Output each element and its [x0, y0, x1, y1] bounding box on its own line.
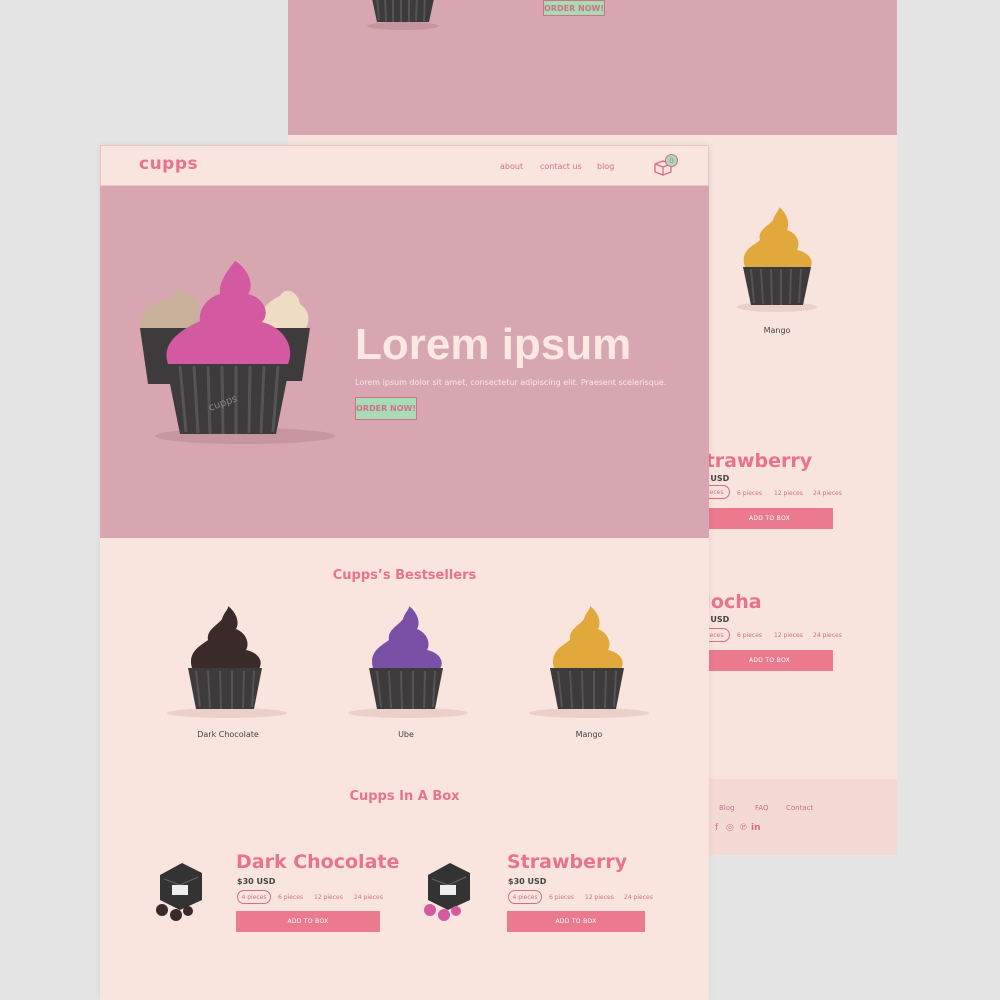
box-price: $30 USD	[508, 877, 547, 886]
mango-label: Mango	[763, 326, 791, 335]
box-title: Strawberry	[507, 851, 628, 873]
option-4-pieces[interactable]: 4 pieces	[508, 890, 542, 904]
add-to-box-button[interactable]: ADD TO BOX	[706, 650, 833, 671]
back-hero: ORDER NOW!	[288, 0, 897, 135]
cart-count-badge: 0	[665, 154, 678, 167]
nav-about[interactable]: about	[500, 162, 523, 171]
dark-chocolate-box-image	[156, 863, 202, 921]
hero-cupcakes-image: cupps	[140, 261, 335, 444]
bestseller-item[interactable]	[343, 605, 473, 724]
option-12-pieces[interactable]: 12 pieces	[314, 890, 343, 904]
strawberry-box-image	[424, 863, 470, 921]
dark-chocolate-cupcake-image	[167, 606, 287, 718]
bestseller-name: Dark Chocolate	[197, 730, 259, 739]
boxes-title: Cupps In A Box	[349, 789, 460, 804]
option-12-pieces[interactable]: 12 pieces	[585, 890, 614, 904]
hero-title: Lorem ipsum	[355, 320, 632, 369]
mango-cupcake-image	[737, 207, 817, 312]
logo[interactable]: cupps	[139, 154, 198, 174]
bestseller-item[interactable]	[162, 605, 292, 724]
footer-link-faq[interactable]: FAQ	[755, 804, 769, 812]
option-12-pieces[interactable]: 12 pieces	[774, 632, 803, 639]
footer-link-contact[interactable]: Contact	[786, 804, 813, 812]
nav-blog[interactable]: blog	[597, 162, 614, 171]
linkedin-icon[interactable]: in	[751, 823, 761, 833]
add-to-box-button[interactable]: ADD TO BOX	[236, 911, 380, 932]
instagram-icon[interactable]: ◎	[726, 823, 734, 833]
option-6-pieces[interactable]: 6 pieces	[278, 890, 303, 904]
box-title: Strawberry	[692, 450, 813, 472]
nav-contact-us[interactable]: contact us	[540, 162, 582, 171]
option-12-pieces[interactable]: 12 pieces	[774, 490, 803, 497]
bestseller-name: Mango	[575, 730, 603, 739]
hero-subtitle: Lorem ipsum dolor sit amet, consectetur …	[355, 378, 667, 387]
option-6-pieces[interactable]: 6 pieces	[737, 632, 762, 639]
bestsellers-title: Cupps’s Bestsellers	[332, 568, 477, 583]
footer-link-blog[interactable]: Blog	[719, 804, 734, 812]
option-24-pieces[interactable]: 24 pieces	[813, 490, 842, 497]
cupcake-image	[367, 0, 439, 30]
facebook-icon[interactable]: f	[715, 823, 718, 833]
bestseller-name: Ube	[398, 730, 414, 739]
order-now-button[interactable]: ORDER NOW!	[543, 0, 605, 16]
option-24-pieces[interactable]: 24 pieces	[354, 890, 383, 904]
front-page: cupps about contact us blog 0 cupps Lore…	[100, 145, 709, 1000]
order-now-button[interactable]: ORDER NOW!	[355, 397, 417, 420]
option-6-pieces[interactable]: 6 pieces	[549, 890, 574, 904]
add-to-box-button[interactable]: ADD TO BOX	[507, 911, 645, 932]
box-price: $30 USD	[237, 877, 276, 886]
hero: cupps Lorem ipsum Lorem ipsum dolor sit …	[100, 186, 709, 538]
navbar: cupps about contact us blog 0	[100, 145, 709, 186]
box-title: Dark Chocolate	[236, 851, 400, 873]
mango-cupcake-image	[529, 606, 649, 718]
bestseller-item[interactable]	[524, 605, 654, 724]
option-24-pieces[interactable]: 24 pieces	[813, 632, 842, 639]
ube-cupcake-image	[348, 606, 468, 718]
pinterest-icon[interactable]: ℗	[739, 823, 748, 833]
add-to-box-button[interactable]: ADD TO BOX	[706, 508, 833, 529]
option-6-pieces[interactable]: 6 pieces	[737, 490, 762, 497]
option-4-pieces[interactable]: 4 pieces	[237, 890, 271, 904]
option-24-pieces[interactable]: 24 pieces	[624, 890, 653, 904]
